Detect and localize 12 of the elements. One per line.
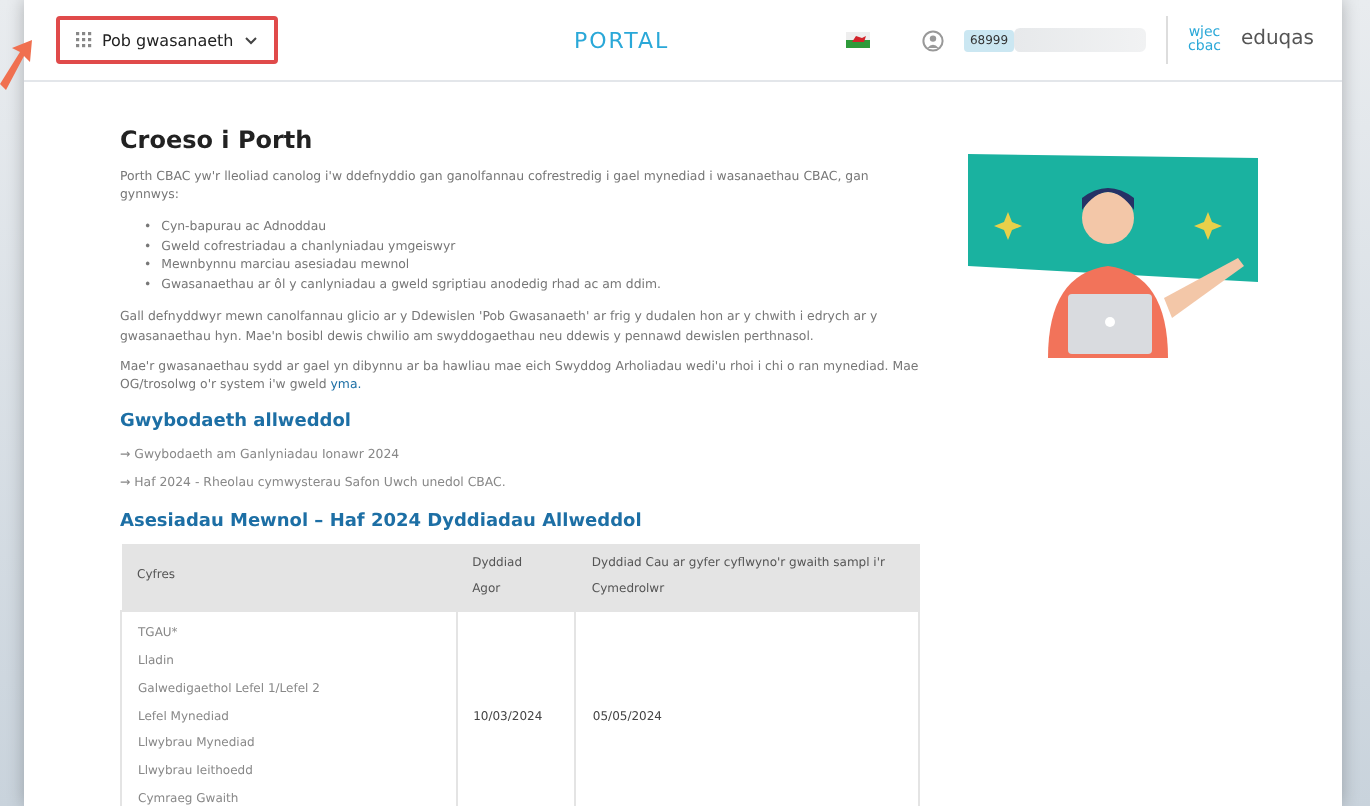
pointer-arrow <box>0 40 32 92</box>
welcome-heading: Croeso i Porth <box>120 124 315 158</box>
blurred-name <box>1014 28 1147 52</box>
portal-title: PORTAL <box>572 27 672 53</box>
assessments-heading: Asesiadau Mewnol – Haf 2024 Dyddiadau Allweddol <box>120 509 644 536</box>
eduqas-logo[interactable]: eduqas <box>1240 30 1314 50</box>
key-info-heading: Gwybodaeth allweddol <box>120 410 353 437</box>
user-icon[interactable] <box>921 29 944 51</box>
chevron-down-icon <box>243 35 258 45</box>
all-services-menu-button[interactable]: Pob gwasanaeth <box>56 16 278 64</box>
grid-icon <box>76 32 92 48</box>
flag-icon[interactable] <box>845 32 870 48</box>
